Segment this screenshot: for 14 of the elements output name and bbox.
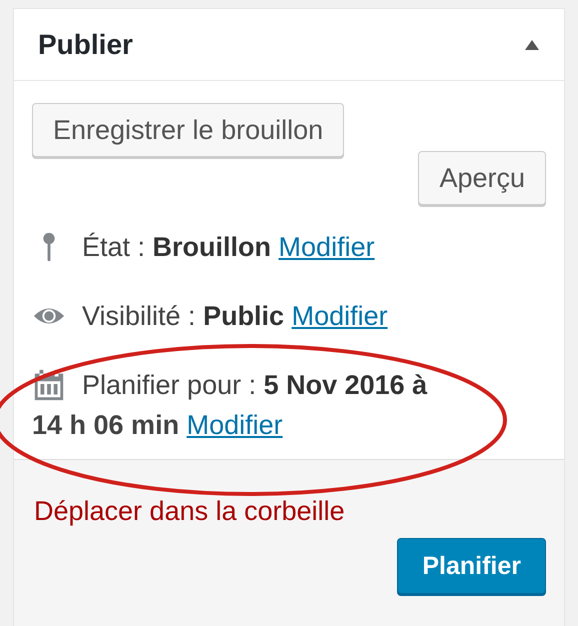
preview-button[interactable]: Aperçu	[418, 151, 546, 205]
schedule-text: Planifier pour : 5 Nov 2016 à	[82, 369, 428, 402]
collapse-icon[interactable]	[524, 38, 540, 50]
edit-link[interactable]: Modifier	[186, 410, 283, 440]
edit-link[interactable]: Modifier	[292, 301, 388, 331]
edit-link[interactable]: Modifier	[278, 232, 375, 262]
panel-title: Publier	[38, 28, 133, 60]
visibility-text: Visibilité : Public	[82, 301, 284, 331]
calendar-icon	[32, 368, 66, 402]
save-draft-button[interactable]: Enregistrer le brouillon	[32, 103, 344, 157]
trash-link[interactable]: Déplacer dans la corbeille	[34, 496, 345, 526]
schedule-time-text: 14 h 06 min	[32, 410, 180, 440]
status-text: État : Brouillon	[82, 232, 272, 262]
schedule-button[interactable]: Planifier	[397, 538, 546, 594]
